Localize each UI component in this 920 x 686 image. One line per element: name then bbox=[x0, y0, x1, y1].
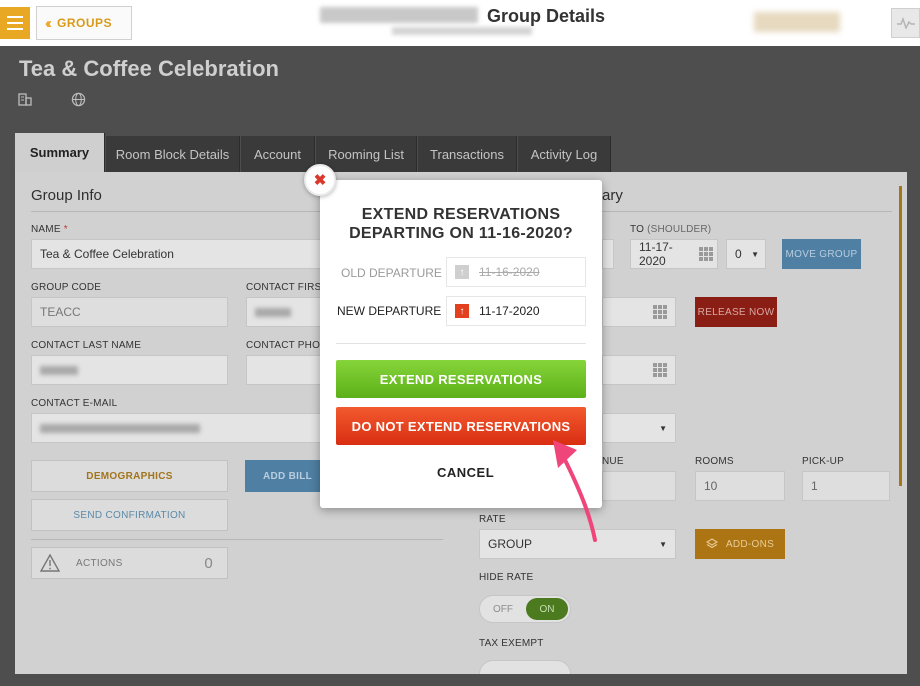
rooms-input[interactable]: 10 bbox=[695, 471, 785, 501]
release-date-input[interactable] bbox=[602, 297, 676, 327]
group-code-label: GROUP CODE bbox=[31, 282, 102, 293]
tab-summary[interactable]: Summary bbox=[15, 133, 105, 172]
group-code-input[interactable]: TEACC bbox=[31, 297, 228, 327]
group-info-title: Group Info bbox=[31, 187, 102, 204]
new-departure-label: NEW DEPARTURE bbox=[337, 304, 442, 318]
move-group-button[interactable]: MOVE GROUP bbox=[782, 239, 861, 269]
new-departure-field: ↑ 11-17-2020 bbox=[446, 296, 586, 326]
old-departure-field: ↑ 11-16-2020 bbox=[446, 257, 586, 287]
to-date-input[interactable]: 11-17-2020 bbox=[630, 239, 718, 269]
contact-first-input[interactable] bbox=[246, 297, 326, 327]
divider bbox=[602, 211, 892, 212]
scrollbar[interactable] bbox=[899, 186, 902, 486]
activity-pulse-button[interactable] bbox=[891, 8, 920, 38]
from-date-input-edge[interactable] bbox=[602, 239, 614, 269]
group-name-heading: Tea & Coffee Celebration bbox=[19, 56, 279, 81]
tab-transactions[interactable]: Transactions bbox=[418, 136, 517, 172]
annotation-arrow bbox=[553, 440, 597, 542]
building-icon[interactable] bbox=[18, 92, 32, 106]
release-now-button[interactable]: RELEASE NOW bbox=[695, 297, 777, 327]
divider bbox=[31, 539, 443, 540]
actions-button[interactable]: ACTIONS 0 bbox=[31, 547, 228, 579]
back-to-groups-button[interactable]: ‹‹ GROUPS bbox=[36, 6, 132, 40]
hide-rate-label: HIDE RATE bbox=[479, 572, 534, 583]
arrow-up-icon: ↑ bbox=[455, 304, 469, 318]
to-label: TO (SHOULDER) bbox=[630, 224, 712, 235]
contact-phone-label: CONTACT PHON bbox=[246, 340, 328, 351]
globe-icon[interactable] bbox=[71, 92, 86, 107]
divider bbox=[336, 343, 586, 344]
close-icon: ✖ bbox=[313, 172, 327, 189]
extend-reservations-button[interactable]: EXTEND RESERVATIONS bbox=[336, 360, 586, 398]
dialog-title-line2: DEPARTING ON 11-16-2020? bbox=[349, 225, 573, 242]
dropdown-caret-icon: ▼ bbox=[751, 249, 759, 259]
dropdown-caret-icon: ▼ bbox=[659, 423, 667, 433]
rooms-label: ROOMS bbox=[695, 456, 734, 467]
cutoff-date-input[interactable] bbox=[602, 355, 676, 385]
calendar-grid-icon bbox=[699, 247, 713, 261]
summary-title-fragment: ary bbox=[602, 187, 623, 204]
groups-button-label: GROUPS bbox=[57, 16, 113, 30]
double-chevron-left-icon: ‹‹ bbox=[45, 14, 52, 32]
blurred-property-name bbox=[320, 7, 478, 23]
actions-count: 0 bbox=[204, 554, 213, 572]
pickup-input[interactable]: 1 bbox=[802, 471, 890, 501]
tax-exempt-label: TAX EXEMPT bbox=[479, 638, 544, 649]
rate-value: GROUP bbox=[488, 537, 533, 551]
add-ons-button[interactable]: ADD-ONS bbox=[695, 529, 785, 559]
rate-label: RATE bbox=[479, 514, 506, 525]
contact-first-label: CONTACT FIRST bbox=[246, 282, 328, 293]
dialog-title: EXTEND RESERVATIONS DEPARTING ON 11-16-2… bbox=[320, 205, 602, 243]
dropdown-caret-icon: ▼ bbox=[659, 539, 667, 549]
demographics-button[interactable]: DEMOGRAPHICS bbox=[31, 460, 228, 492]
tab-room-block-details[interactable]: Room Block Details bbox=[106, 136, 240, 172]
old-departure-value: 11-16-2020 bbox=[479, 265, 540, 279]
hamburger-menu-button[interactable] bbox=[0, 7, 30, 39]
contact-last-name-label: CONTACT LAST NAME bbox=[31, 340, 142, 351]
pulse-icon bbox=[896, 17, 915, 29]
tax-exempt-toggle[interactable] bbox=[479, 660, 571, 674]
new-departure-value: 11-17-2020 bbox=[479, 304, 540, 318]
contact-email-input[interactable] bbox=[31, 413, 331, 443]
shoulder-value: 0 bbox=[735, 247, 742, 261]
blurred-user-info bbox=[754, 12, 840, 32]
calendar-grid-icon bbox=[653, 305, 667, 319]
cancel-button[interactable]: CANCEL bbox=[437, 465, 494, 480]
name-label: NAME * bbox=[31, 224, 68, 235]
tab-activity-log[interactable]: Activity Log bbox=[518, 136, 611, 172]
pickup-label: PICK-UP bbox=[802, 456, 844, 467]
tab-account[interactable]: Account bbox=[241, 136, 315, 172]
add-billing-button[interactable]: ADD BILL bbox=[245, 460, 330, 492]
contact-last-name-input[interactable] bbox=[31, 355, 228, 385]
dialog-title-line1: EXTEND RESERVATIONS bbox=[361, 206, 561, 223]
blurred-property-subtitle bbox=[392, 27, 532, 35]
old-departure-label: OLD DEPARTURE bbox=[341, 266, 442, 280]
add-ons-label: ADD-ONS bbox=[725, 538, 775, 550]
toggle-on-label: ON bbox=[526, 598, 568, 620]
name-input[interactable]: Tea & Coffee Celebration bbox=[31, 239, 331, 269]
layers-icon bbox=[705, 538, 718, 549]
arrow-up-icon: ↑ bbox=[455, 265, 469, 279]
send-confirmation-button[interactable]: SEND CONFIRMATION bbox=[31, 499, 228, 531]
toggle-off-label: OFF bbox=[493, 603, 513, 615]
hide-rate-toggle[interactable]: OFF ON bbox=[479, 595, 571, 623]
page-title: Group Details bbox=[487, 6, 606, 26]
actions-label: ACTIONS bbox=[76, 557, 123, 569]
contact-phone-input[interactable] bbox=[246, 355, 326, 385]
tab-rooming-list[interactable]: Rooming List bbox=[316, 136, 417, 172]
to-date-value: 11-17-2020 bbox=[639, 240, 673, 268]
contact-email-label: CONTACT E-MAIL bbox=[31, 398, 118, 409]
calendar-grid-icon bbox=[653, 363, 667, 377]
warning-icon bbox=[40, 554, 60, 572]
shoulder-select[interactable]: 0 ▼ bbox=[726, 239, 766, 269]
close-dialog-button[interactable]: ✖ bbox=[304, 164, 336, 196]
